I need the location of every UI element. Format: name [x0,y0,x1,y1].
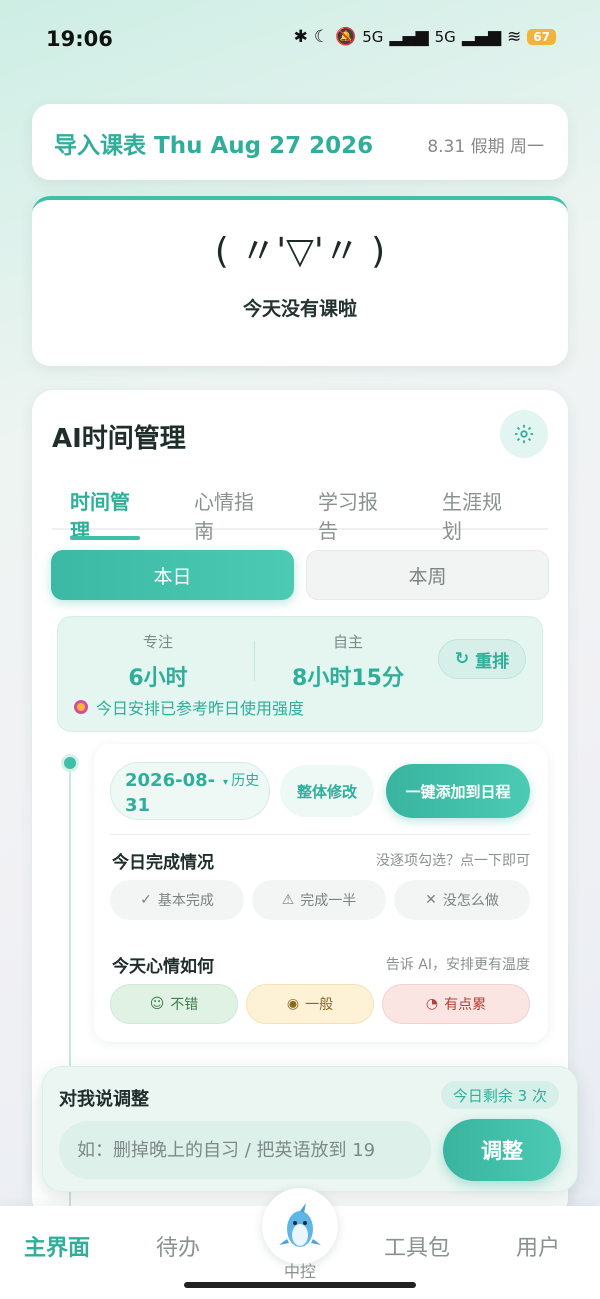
rerank-label: 重排 [475,651,510,672]
stat-divider [254,641,255,681]
mood-option-label: 不错 [170,997,199,1013]
no-class-message: 今天没有课啦 [242,298,357,320]
nav-tools[interactable]: 工具包 [384,1230,450,1262]
bluetooth-icon: ✱ [293,27,308,47]
completion-title: 今日完成情况 [112,853,214,873]
smile-icon: ☺ [149,996,165,1012]
rerank-button[interactable]: ↻ 重排 [438,639,526,679]
segment-week[interactable]: 本周 [306,550,549,600]
kaomoji: ( 〃'▽'〃 ) [214,231,386,272]
status-time: 19:06 [46,27,113,51]
refresh-icon: ↻ [454,649,470,669]
focus-value: 6小时 [128,666,188,691]
edit-all-button[interactable]: 整体修改 [280,765,374,817]
mood-title: 今天心情如何 [112,957,214,977]
mood-option-good[interactable]: ☺ 不错 [110,984,238,1024]
check-icon: ✓ [140,892,152,908]
self-stat: 自主 8小时15分 [278,631,418,692]
timeline-dot [61,754,79,772]
dropdown-icon: ▾ [223,777,232,788]
import-schedule-title[interactable]: 导入课表 Thu Aug 27 2026 [54,126,373,160]
stats-box: 专注 6小时 自主 8小时15分 ↻ 重排 今日安排已参考昨日使用强度 [57,616,543,732]
nav-center-label: 中控 [283,1262,316,1281]
adjust-button[interactable]: 调整 [443,1119,561,1181]
date-history-selector[interactable]: 2026-08-31 ▾ 历史 [110,762,270,820]
segment-day[interactable]: 本日 [51,550,294,600]
self-label: 自主 [332,633,363,651]
completion-option-label: 没怎么做 [442,893,499,909]
self-value: 8小时15分 [292,666,404,691]
signal-icon-a: ▂▄▆ [389,27,429,47]
ai-tabs: 时间管理 心情指南 学习报告 生涯规划 [52,486,548,543]
completion-option-done[interactable]: ✓ 基本完成 [110,880,244,920]
signal-label-a: 5G [362,28,384,46]
home-indicator[interactable] [184,1282,416,1288]
completion-option-label: 基本完成 [157,893,214,909]
remaining-badge: 今日剩余 3 次 [440,1081,559,1109]
signal-icon-b: ▂▄▆ [461,27,502,47]
mood-option-ok[interactable]: ◉ 一般 [246,984,374,1024]
completion-option-label: 完成一半 [300,893,357,909]
close-icon: ✕ [425,892,437,908]
tired-face-icon: ◔ [425,996,439,1012]
gear-icon [514,424,534,444]
adjust-title: 对我说调整 [59,1089,149,1110]
history-label: ▾ 历史 [223,771,261,793]
tab-study-report[interactable]: 学习报告 [300,486,424,543]
mood-option-label: 有点累 [444,997,487,1013]
day-entry-card: 2026-08-31 ▾ 历史 整体修改 一键添加到日程 今日完成情况 没逐项勾… [94,744,548,1042]
entry-date: 2026-08-31 [125,770,216,816]
usage-note: 今日安排已参考昨日使用强度 [74,695,304,719]
dolphin-icon [279,1203,321,1247]
mood-hint: 告诉 AI，安排更有温度 [385,957,530,973]
neutral-face-icon: ◉ [286,996,300,1012]
nav-center-button[interactable] [262,1188,338,1264]
today-classes-card: ( 〃'▽'〃 ) 今天没有课啦 [32,196,568,366]
moon-icon: ☾ [313,27,330,47]
signal-label-b: 5G [434,28,456,46]
focus-label: 专注 [142,633,173,651]
tab-career-plan[interactable]: 生涯规划 [424,486,548,543]
adjust-input[interactable] [59,1121,431,1179]
nav-user[interactable]: 用户 [516,1230,560,1262]
completion-option-none[interactable]: ✕ 没怎么做 [394,880,530,920]
completion-hint: 没逐项勾选？点一下即可 [376,853,530,869]
schedule-header-card[interactable]: 导入课表 Thu Aug 27 2026 8.31 假期 周一 [32,104,568,180]
mute-icon: 🔕 [335,27,357,47]
history-text: 历史 [231,773,260,789]
status-bar: 19:06 ✱ ☾ 🔕 5G ▂▄▆ 5G ▂▄▆ ≋ 67 [0,0,600,80]
usage-note-text: 今日安排已参考昨日使用强度 [96,699,305,718]
completion-option-half[interactable]: ⚠ 完成一半 [252,880,386,920]
wifi-icon: ≋ [507,27,522,47]
warning-icon: ⚠ [281,892,295,908]
divider [110,834,530,835]
add-to-schedule-button[interactable]: 一键添加到日程 [386,764,530,818]
tab-time-management[interactable]: 时间管理 [52,486,176,543]
ring-icon [74,700,88,714]
mood-option-label: 一般 [305,997,334,1013]
focus-stat: 专注 6小时 [98,631,218,692]
settings-button[interactable] [500,410,548,458]
mood-option-tired[interactable]: ◔ 有点累 [382,984,530,1024]
status-icons: ✱ ☾ 🔕 5G ▂▄▆ 5G ▂▄▆ ≋ 67 [294,27,556,47]
holiday-label: 8.31 假期 周一 [427,137,544,157]
battery-icon: 67 [527,29,556,45]
ai-card-title: AI时间管理 [52,424,186,454]
adjust-panel: 对我说调整 今日剩余 3 次 调整 [42,1066,578,1192]
tab-mood-guide[interactable]: 心情指南 [176,486,300,543]
